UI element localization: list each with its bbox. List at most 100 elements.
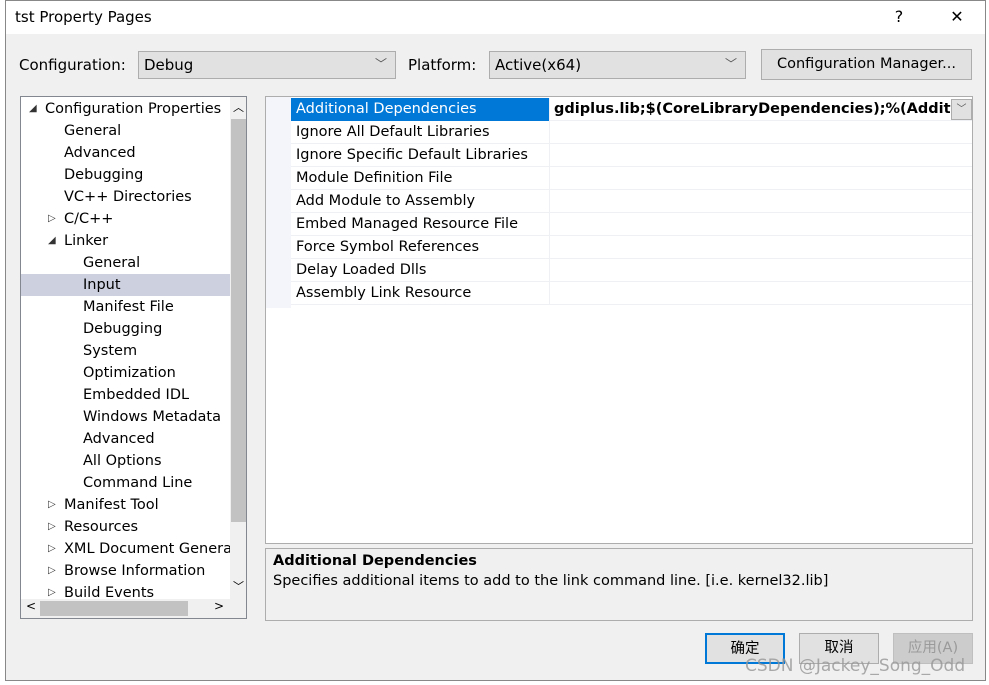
tree-item[interactable]: General: [21, 120, 230, 142]
property-value[interactable]: [551, 282, 972, 305]
tree-item[interactable]: ▷ Browse Information: [21, 560, 230, 582]
platform-dropdown[interactable]: Active(x64) ﹀: [489, 51, 746, 79]
tree-item[interactable]: VC++ Directories: [21, 186, 230, 208]
tree-item-label: Embedded IDL: [83, 387, 190, 403]
tree-item[interactable]: ◢ Linker: [21, 230, 230, 252]
property-row[interactable]: Assembly Link Resource: [291, 282, 972, 305]
property-tree: ▷ Build Events ▷ Browse Information ▷ XML Doc…: [20, 96, 247, 619]
collapsed-arrow-icon[interactable]: ▷: [48, 538, 56, 560]
property-value[interactable]: gdiplus.lib;$(CoreLibraryDependencies);%…: [551, 98, 972, 121]
tree-item[interactable]: Debugging: [21, 318, 230, 340]
property-grid: Additional Dependencies gdiplus.lib;$(Cor…: [265, 96, 973, 544]
property-value[interactable]: [551, 259, 972, 282]
property-name: Assembly Link Resource: [291, 282, 550, 305]
property-name: Force Symbol References: [291, 236, 550, 259]
tree-item-label: Manifest File: [83, 299, 174, 315]
tree-item[interactable]: ▷ XML Document Genera: [21, 538, 232, 560]
collapsed-arrow-icon[interactable]: ▷: [48, 560, 56, 582]
tree-item-label: Advanced: [64, 145, 136, 161]
property-row[interactable]: Module Definition File: [291, 167, 972, 190]
scroll-up-icon[interactable]: ︿: [233, 99, 244, 115]
tree-item[interactable]: ◢ Configuration Properties: [21, 98, 230, 120]
tree-item[interactable]: Windows Metadata: [21, 406, 230, 428]
tree-item-label: XML Document Genera: [64, 541, 232, 557]
collapsed-arrow-icon[interactable]: ▷: [48, 516, 56, 538]
tree-item[interactable]: ▷ C/C++: [21, 208, 230, 230]
property-name: Embed Managed Resource File: [291, 213, 550, 236]
chevron-down-icon[interactable]: ﹀: [951, 99, 972, 120]
configuration-dropdown[interactable]: Debug ﹀: [138, 51, 396, 79]
tree-item-label: Resources: [64, 519, 139, 535]
tree-item-label: C/C++: [64, 211, 114, 227]
property-value[interactable]: [551, 167, 972, 190]
scroll-right-icon[interactable]: >: [214, 599, 224, 613]
tree-item-label: System: [83, 343, 138, 359]
tree-item[interactable]: All Options: [21, 450, 230, 472]
expanded-arrow-icon[interactable]: ◢: [48, 230, 56, 252]
property-value[interactable]: [551, 213, 972, 236]
collapsed-arrow-icon[interactable]: ▷: [48, 208, 56, 230]
configuration-manager-button[interactable]: Configuration Manager...: [761, 49, 972, 80]
property-row[interactable]: Delay Loaded Dlls: [291, 259, 972, 282]
description-title: Additional Dependencies: [273, 553, 477, 569]
title-bar: tst Property Pages ? ✕: [6, 1, 985, 34]
tree-item-label: General: [83, 255, 141, 271]
property-name: Add Module to Assembly: [291, 190, 550, 213]
configuration-label: Configuration:: [19, 56, 126, 74]
property-row[interactable]: Embed Managed Resource File: [291, 213, 972, 236]
tree-item-label: Input: [83, 277, 121, 293]
property-name: Ignore All Default Libraries: [291, 121, 550, 144]
tree-item[interactable]: Input: [21, 274, 230, 296]
property-value[interactable]: [551, 144, 972, 167]
property-row[interactable]: Ignore All Default Libraries: [291, 121, 972, 144]
property-name: Delay Loaded Dlls: [291, 259, 550, 282]
tree-item-label: Debugging: [64, 167, 144, 183]
tree-item-label: Manifest Tool: [64, 497, 159, 513]
property-pages-dialog: tst Property Pages ? ✕ Configuration: De…: [5, 0, 986, 681]
scrollbar-thumb[interactable]: [231, 119, 246, 522]
tree-item[interactable]: Embedded IDL: [21, 384, 230, 406]
tree-item[interactable]: ▷ Resources: [21, 516, 230, 538]
scrollbar-thumb[interactable]: [40, 601, 188, 616]
tree-item[interactable]: Manifest File: [21, 296, 230, 318]
tree-item-label: Windows Metadata: [83, 409, 221, 425]
horizontal-scrollbar[interactable]: < >: [21, 599, 246, 618]
property-name: Additional Dependencies: [291, 98, 550, 121]
watermark: CSDN @Jackey_Song_Odd: [745, 656, 966, 676]
tree-item-label: Configuration Properties: [45, 101, 222, 117]
property-row[interactable]: Additional Dependencies gdiplus.lib;$(Cor…: [291, 98, 972, 121]
help-button[interactable]: ?: [884, 5, 914, 29]
tree-item[interactable]: Advanced: [21, 428, 230, 450]
property-value[interactable]: [551, 121, 972, 144]
tree-item-label: Advanced: [83, 431, 155, 447]
vertical-scrollbar[interactable]: ︿ ﹀: [230, 97, 246, 599]
collapsed-arrow-icon[interactable]: ▷: [48, 494, 56, 516]
tree-item[interactable]: Advanced: [21, 142, 230, 164]
tree-item-label: Browse Information: [64, 563, 206, 579]
expanded-arrow-icon[interactable]: ◢: [29, 98, 37, 120]
tree-item-label: Optimization: [83, 365, 176, 381]
tree-item-label: Command Line: [83, 475, 193, 491]
scroll-left-icon[interactable]: <: [26, 599, 36, 613]
property-value[interactable]: [551, 236, 972, 259]
scroll-down-icon[interactable]: ﹀: [233, 578, 244, 594]
tree-item-label: All Options: [83, 453, 162, 469]
close-button[interactable]: ✕: [942, 5, 972, 29]
tree-item[interactable]: Optimization: [21, 362, 230, 384]
property-row[interactable]: Add Module to Assembly: [291, 190, 972, 213]
property-name: Ignore Specific Default Libraries: [291, 144, 550, 167]
tree-item[interactable]: Command Line: [21, 472, 230, 494]
property-row[interactable]: Force Symbol References: [291, 236, 972, 259]
property-row[interactable]: Ignore Specific Default Libraries: [291, 144, 972, 167]
platform-label: Platform:: [408, 56, 477, 74]
platform-value: Active(x64): [495, 56, 582, 74]
property-value[interactable]: [551, 190, 972, 213]
window-title: tst Property Pages: [15, 8, 152, 26]
tree-item[interactable]: General: [21, 252, 230, 274]
tree-item[interactable]: System: [21, 340, 230, 362]
tree-item[interactable]: Debugging: [21, 164, 230, 186]
description-panel: Additional Dependencies Specifies additi…: [265, 548, 973, 621]
tree-item[interactable]: ▷ Manifest Tool: [21, 494, 230, 516]
description-text: Specifies additional items to add to the…: [273, 573, 829, 589]
chevron-down-icon: ﹀: [374, 57, 387, 71]
